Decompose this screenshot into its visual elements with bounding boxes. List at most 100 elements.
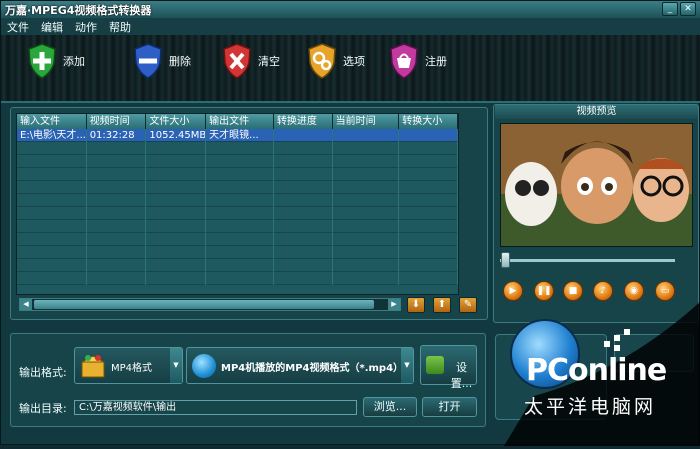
open-button[interactable]: 打开	[422, 397, 477, 417]
col-input-file[interactable]: 输入文件	[17, 114, 87, 129]
table-cell-empty	[399, 181, 458, 194]
move-down-button[interactable]: ⬇	[407, 297, 425, 313]
col-output-file[interactable]: 输出文件	[206, 114, 274, 129]
table-row-empty[interactable]	[17, 272, 458, 285]
table-row-empty[interactable]	[17, 233, 458, 246]
profile-play-icon	[192, 354, 216, 378]
table-cell-empty	[206, 259, 274, 272]
move-up-button[interactable]: ⬆	[433, 297, 451, 313]
table-cell-empty	[274, 259, 333, 272]
table-header: 输入文件 视频时间 文件大小 输出文件 转换进度 当前时间 转换大小	[17, 114, 458, 129]
window-title: 万嘉·MPEG4视频格式转换器	[5, 3, 152, 17]
app-window: 万嘉·MPEG4视频格式转换器 _ ✕ 文件 编辑 动作 帮助 添加 删除 清空	[0, 0, 700, 446]
table-cell-empty	[274, 142, 333, 155]
clear-button[interactable]: 清空	[222, 43, 280, 79]
add-button[interactable]: 添加	[27, 43, 85, 79]
table-row-empty[interactable]	[17, 155, 458, 168]
table-cell-empty	[274, 272, 333, 285]
profile-select[interactable]: MP4机播放的MP4视频格式（*.mp4） ▼	[186, 347, 414, 384]
table-row-empty[interactable]	[17, 168, 458, 181]
format-select[interactable]: MP4格式 ▼	[74, 347, 183, 384]
edit-video-button[interactable]: ✎	[459, 297, 477, 313]
table-cell-empty	[17, 142, 87, 155]
seek-handle[interactable]	[501, 252, 510, 268]
snapshot-icon[interactable]: ◉	[624, 281, 644, 301]
table-cell-empty	[274, 220, 333, 233]
table-cell-empty	[399, 168, 458, 181]
table-row-empty[interactable]	[17, 246, 458, 259]
table-row-empty[interactable]	[17, 207, 458, 220]
format-box-icon	[80, 353, 106, 379]
table-row-empty[interactable]	[17, 259, 458, 272]
table-cell-empty	[146, 207, 207, 220]
seek-track[interactable]	[500, 259, 675, 262]
minimize-icon[interactable]: _	[662, 2, 678, 16]
col-progress[interactable]: 转换进度	[273, 114, 333, 129]
table-cell-empty	[146, 194, 207, 207]
table-row-empty[interactable]	[17, 181, 458, 194]
scroll-thumb[interactable]	[34, 300, 374, 309]
col-file-size[interactable]: 文件大小	[146, 114, 207, 129]
table-cell-empty	[399, 259, 458, 272]
delete-label: 删除	[169, 55, 191, 68]
play-icon[interactable]: ▶	[503, 281, 523, 301]
table-cell-empty	[206, 233, 274, 246]
menu-help[interactable]: 帮助	[109, 19, 131, 35]
table-cell-empty	[17, 155, 87, 168]
table-cell-empty	[333, 155, 400, 168]
clear-shield-icon	[222, 43, 252, 79]
table-row-empty[interactable]	[17, 220, 458, 233]
pause-icon[interactable]: ❚❚	[534, 281, 554, 301]
menu-bar: 文件 编辑 动作 帮助	[1, 18, 700, 35]
table-cell-empty	[333, 259, 400, 272]
options-button[interactable]: 选项	[307, 43, 365, 79]
table-cell-empty	[146, 168, 207, 181]
table-cell-empty	[87, 168, 147, 181]
register-label: 注册	[425, 55, 447, 68]
table-row-empty[interactable]	[17, 142, 458, 155]
table-cell-empty	[87, 142, 147, 155]
folder-icon[interactable]: ▭	[655, 281, 675, 301]
table-cell-empty	[146, 272, 207, 285]
table-cell-empty	[399, 207, 458, 220]
table-row[interactable]: E:\电影\天才... 01:32:28 1052.45MB 天才眼镜...	[17, 129, 458, 142]
table-cell-empty	[274, 168, 333, 181]
table-cell-empty	[333, 246, 400, 259]
table-cell-empty	[87, 233, 147, 246]
output-dir-field[interactable]: C:\万嘉视频软件\输出	[74, 400, 357, 415]
format-caret-icon[interactable]: ▼	[170, 348, 182, 383]
settings-gear-icon	[426, 356, 444, 374]
clear-label: 清空	[258, 55, 280, 68]
browse-button[interactable]: 浏览...	[363, 397, 417, 417]
table-cell-empty	[333, 207, 400, 220]
col-video-time[interactable]: 视频时间	[86, 114, 147, 129]
table-cell-empty	[146, 155, 207, 168]
stop-icon[interactable]: ■	[563, 281, 583, 301]
table-cell-empty	[274, 207, 333, 220]
scroll-right-icon[interactable]: ▶	[388, 299, 400, 310]
table-cell-empty	[17, 259, 87, 272]
col-converted-size[interactable]: 转换大小	[399, 114, 458, 129]
delete-button[interactable]: 删除	[133, 43, 191, 79]
table-row-empty[interactable]	[17, 194, 458, 207]
settings-button[interactable]: 设置...	[420, 345, 477, 390]
register-button[interactable]: 注册	[389, 43, 447, 79]
close-icon[interactable]: ✕	[680, 2, 696, 16]
menu-edit[interactable]: 编辑	[41, 19, 63, 35]
col-current-time[interactable]: 当前时间	[332, 114, 400, 129]
volume-icon[interactable]: ♪	[593, 281, 613, 301]
table-cell-empty	[399, 272, 458, 285]
table-cell-empty	[333, 220, 400, 233]
table-cell-empty	[206, 168, 274, 181]
menu-action[interactable]: 动作	[75, 19, 97, 35]
profile-caret-icon[interactable]: ▼	[401, 348, 413, 383]
output-format-label: 输出格式:	[19, 366, 67, 379]
horizontal-scrollbar[interactable]: ◀ ▶	[19, 298, 401, 311]
menu-file[interactable]: 文件	[7, 19, 29, 35]
register-shield-icon	[389, 43, 419, 79]
scroll-left-icon[interactable]: ◀	[20, 299, 32, 310]
options-shield-icon	[307, 43, 337, 79]
file-table[interactable]: 输入文件 视频时间 文件大小 输出文件 转换进度 当前时间 转换大小 E:\电影…	[16, 113, 459, 295]
table-cell-empty	[333, 272, 400, 285]
title-bar[interactable]: 万嘉·MPEG4视频格式转换器 _ ✕	[1, 1, 700, 18]
